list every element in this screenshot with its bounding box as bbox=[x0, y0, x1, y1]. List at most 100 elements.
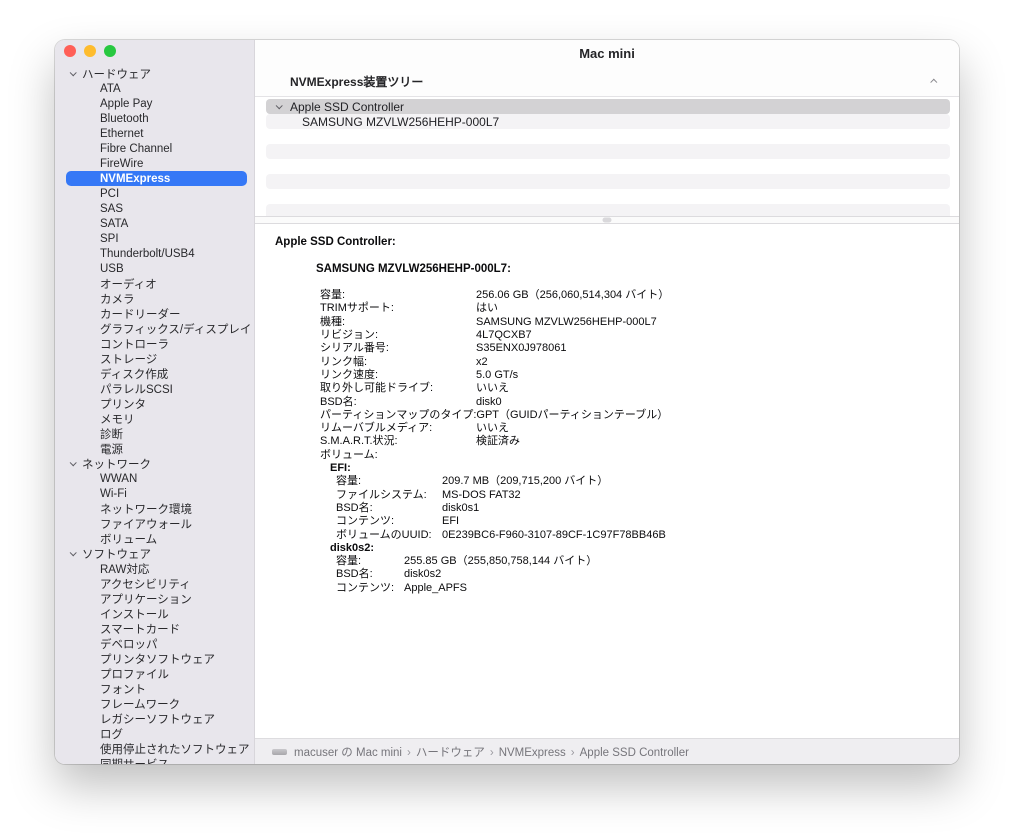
tree-row-label: Apple SSD Controller bbox=[290, 100, 404, 114]
property-label: BSD名: bbox=[336, 568, 404, 581]
property-label: ボリュームのUUID: bbox=[336, 529, 442, 542]
sidebar-group-hardware[interactable]: ハードウェア bbox=[55, 66, 254, 81]
sidebar-item[interactable]: 電源 bbox=[55, 441, 254, 456]
sidebar-item[interactable]: グラフィックス/ディスプレイ bbox=[55, 321, 254, 336]
property-row: ファイルシステム:MS-DOS FAT32 bbox=[336, 489, 939, 502]
sidebar-item[interactable]: フレームワーク bbox=[55, 696, 254, 711]
sidebar-item[interactable]: Wi-Fi bbox=[55, 486, 254, 501]
chevron-up-icon[interactable] bbox=[930, 78, 937, 85]
sidebar-item[interactable]: フォント bbox=[55, 681, 254, 696]
section-header[interactable]: NVMExpress装置ツリー bbox=[255, 66, 959, 97]
titlebar[interactable]: Mac mini bbox=[255, 40, 959, 66]
sidebar-item[interactable]: Bluetooth bbox=[55, 111, 254, 126]
tree-row-empty[interactable] bbox=[266, 189, 950, 204]
breadcrumb-segment[interactable]: macuser の Mac mini bbox=[294, 747, 402, 759]
pane-splitter[interactable] bbox=[255, 216, 959, 224]
property-row: 取り外し可能ドライブ:いいえ bbox=[320, 382, 939, 395]
tree-row-empty[interactable] bbox=[266, 204, 950, 216]
sidebar-item[interactable]: プリンタ bbox=[55, 396, 254, 411]
sidebar-item[interactable]: ファイアウォール bbox=[55, 516, 254, 531]
sidebar-group-network[interactable]: ネットワーク bbox=[55, 456, 254, 471]
sidebar-item[interactable]: アクセシビリティ bbox=[55, 576, 254, 591]
tree-row-empty[interactable] bbox=[266, 144, 950, 159]
volumes-label: ボリューム: bbox=[320, 449, 939, 462]
tree-row-empty[interactable] bbox=[266, 159, 950, 174]
property-label: TRIMサポート: bbox=[320, 302, 476, 315]
sidebar-item[interactable]: SPI bbox=[55, 231, 254, 246]
sidebar-item[interactable]: インストール bbox=[55, 606, 254, 621]
zoom-window-button[interactable] bbox=[104, 45, 116, 57]
sidebar-item[interactable]: Thunderbolt/USB4 bbox=[55, 246, 254, 261]
sidebar-item[interactable]: RAW対応 bbox=[55, 561, 254, 576]
sidebar-group-label: ネットワーク bbox=[82, 456, 151, 472]
sidebar-item[interactable]: アプリケーション bbox=[55, 591, 254, 606]
sidebar-item[interactable]: レガシーソフトウェア bbox=[55, 711, 254, 726]
sidebar-item[interactable]: ログ bbox=[55, 726, 254, 741]
section-title: NVMExpress装置ツリー bbox=[290, 73, 423, 90]
sidebar-item[interactable]: ネットワーク環境 bbox=[55, 501, 254, 516]
property-label: リムーバブルメディア: bbox=[320, 422, 476, 435]
sidebar-item[interactable]: カメラ bbox=[55, 291, 254, 306]
sidebar-item[interactable]: USB bbox=[55, 261, 254, 276]
breadcrumb-segment[interactable]: ハードウェア bbox=[416, 747, 485, 759]
property-row: BSD名:disk0s2 bbox=[336, 568, 939, 581]
sidebar-item[interactable]: デベロッパ bbox=[55, 636, 254, 651]
sidebar-item[interactable]: FireWire bbox=[55, 156, 254, 171]
sidebar-item[interactable]: SATA bbox=[55, 216, 254, 231]
sidebar-item[interactable]: スマートカード bbox=[55, 621, 254, 636]
sidebar-item[interactable]: Ethernet bbox=[55, 126, 254, 141]
property-row: ボリュームのUUID:0E239BC6-F960-3107-89CF-1C97F… bbox=[336, 529, 939, 542]
sidebar-item-selected[interactable]: NVMExpress bbox=[66, 171, 247, 186]
window-controls bbox=[55, 40, 254, 57]
property-label: BSD名: bbox=[320, 396, 476, 409]
sidebar-item[interactable]: 診断 bbox=[55, 426, 254, 441]
close-window-button[interactable] bbox=[64, 45, 76, 57]
sidebar-item[interactable]: カードリーダー bbox=[55, 306, 254, 321]
property-value: x2 bbox=[476, 356, 488, 369]
property-row: コンテンツ:EFI bbox=[336, 515, 939, 528]
tree-row-empty[interactable] bbox=[266, 174, 950, 189]
property-row: BSD名:disk0s1 bbox=[336, 502, 939, 515]
chevron-down-icon[interactable] bbox=[276, 102, 283, 109]
tree-row[interactable]: SAMSUNG MZVLW256HEHP-000L7 bbox=[266, 114, 950, 129]
minimize-window-button[interactable] bbox=[84, 45, 96, 57]
property-label: 機種: bbox=[320, 316, 476, 329]
sidebar-item[interactable]: Fibre Channel bbox=[55, 141, 254, 156]
sidebar-item[interactable]: PCI bbox=[55, 186, 254, 201]
sidebar-item[interactable]: ボリューム bbox=[55, 531, 254, 546]
sidebar-item[interactable]: SAS bbox=[55, 201, 254, 216]
tree-row[interactable]: Apple SSD Controller bbox=[266, 99, 950, 114]
breadcrumb-segment[interactable]: Apple SSD Controller bbox=[580, 747, 689, 759]
sidebar-item[interactable]: ATA bbox=[55, 81, 254, 96]
property-row: TRIMサポート:はい bbox=[320, 302, 939, 315]
sidebar-item[interactable]: プリンタソフトウェア bbox=[55, 651, 254, 666]
breadcrumb-segment[interactable]: NVMExpress bbox=[499, 747, 566, 759]
sidebar-item[interactable]: WWAN bbox=[55, 471, 254, 486]
property-label: リビジョン: bbox=[320, 329, 476, 342]
sidebar-item[interactable]: Apple Pay bbox=[55, 96, 254, 111]
volume-properties: 容量:209.7 MB（209,715,200 バイト）ファイルシステム:MS-… bbox=[336, 475, 939, 541]
property-label: シリアル番号: bbox=[320, 342, 476, 355]
sidebar-item[interactable]: オーディオ bbox=[55, 276, 254, 291]
breadcrumb: macuser の Mac mini›ハードウェア›NVMExpress›App… bbox=[294, 744, 689, 760]
property-row: リンク幅:x2 bbox=[320, 356, 939, 369]
property-row: コンテンツ:Apple_APFS bbox=[336, 582, 939, 595]
sidebar-item[interactable]: コントローラ bbox=[55, 336, 254, 351]
sidebar-item[interactable]: ストレージ bbox=[55, 351, 254, 366]
property-label: BSD名: bbox=[336, 502, 442, 515]
tree-row-empty[interactable] bbox=[266, 129, 950, 144]
sidebar-item[interactable]: プロファイル bbox=[55, 666, 254, 681]
property-row: 容量:209.7 MB（209,715,200 バイト） bbox=[336, 475, 939, 488]
property-value: 255.85 GB（255,850,758,144 バイト） bbox=[404, 555, 597, 568]
details-properties: 容量:256.06 GB（256,060,514,304 バイト）TRIMサポー… bbox=[320, 289, 939, 462]
sidebar-item[interactable]: 同期サービス bbox=[55, 756, 254, 764]
breadcrumb-separator: › bbox=[571, 747, 575, 759]
desktop-background: ハードウェアATAApple PayBluetoothEthernetFibre… bbox=[0, 0, 1015, 837]
splitter-grip-icon bbox=[603, 218, 612, 223]
sidebar-item[interactable]: メモリ bbox=[55, 411, 254, 426]
sidebar-item[interactable]: 使用停止されたソフトウェア bbox=[55, 741, 254, 756]
sidebar-item[interactable]: パラレルSCSI bbox=[55, 381, 254, 396]
sidebar-item[interactable]: ディスク作成 bbox=[55, 366, 254, 381]
sidebar-group-software[interactable]: ソフトウェア bbox=[55, 546, 254, 561]
sidebar-group-label: ハードウェア bbox=[82, 66, 151, 82]
